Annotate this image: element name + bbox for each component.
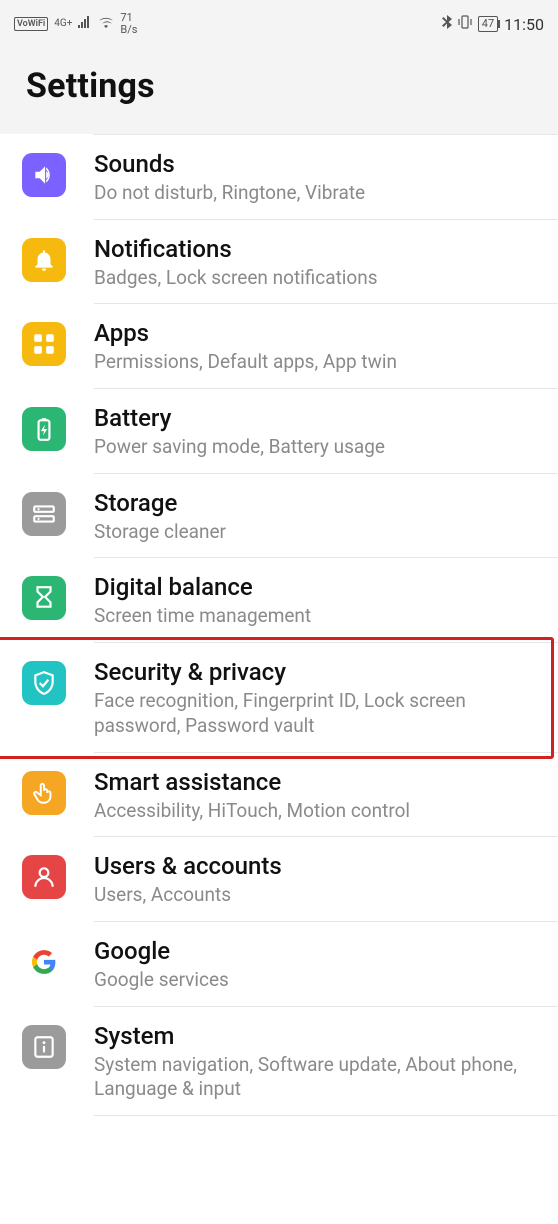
item-title: Battery <box>94 403 536 433</box>
item-texts: AppsPermissions, Default apps, App twin <box>94 318 542 375</box>
user-icon <box>22 855 66 899</box>
item-texts: StorageStorage cleaner <box>94 488 542 545</box>
item-title: Google <box>94 936 536 966</box>
item-subtitle: Permissions, Default apps, App twin <box>94 350 536 375</box>
item-title: Security & privacy <box>94 657 536 687</box>
item-texts: Security & privacyFace recognition, Fing… <box>94 657 542 738</box>
settings-item-notifications[interactable]: NotificationsBadges, Lock screen notific… <box>0 220 558 305</box>
sound-icon <box>22 153 66 197</box>
settings-item-storage[interactable]: StorageStorage cleaner <box>0 474 558 559</box>
item-texts: GoogleGoogle services <box>94 936 542 993</box>
item-subtitle: Do not disturb, Ringtone, Vibrate <box>94 181 536 206</box>
item-title: Sounds <box>94 149 536 179</box>
item-title: Smart assistance <box>94 767 536 797</box>
settings-item-sounds[interactable]: SoundsDo not disturb, Ringtone, Vibrate <box>0 135 558 220</box>
settings-item-security-privacy[interactable]: Security & privacyFace recognition, Fing… <box>0 643 558 752</box>
hourglass-icon <box>22 576 66 620</box>
item-subtitle: Accessibility, HiTouch, Motion control <box>94 799 536 824</box>
bell-icon <box>22 238 66 282</box>
bluetooth-icon <box>442 15 452 33</box>
settings-list[interactable]: SoundsDo not disturb, Ringtone, Vibrate N… <box>0 135 558 1116</box>
item-subtitle: Screen time management <box>94 604 536 629</box>
item-title: System <box>94 1021 536 1051</box>
wifi-icon <box>98 16 114 32</box>
battery-icon <box>22 407 66 451</box>
storage-icon <box>22 492 66 536</box>
settings-item-users-accounts[interactable]: Users & accountsUsers, Accounts <box>0 837 558 922</box>
item-title: Digital balance <box>94 572 536 602</box>
settings-item-apps[interactable]: AppsPermissions, Default apps, App twin <box>0 304 558 389</box>
network-speed: 71 B/s <box>120 12 137 36</box>
vibrate-icon <box>458 15 472 33</box>
item-subtitle: System navigation, Software update, Abou… <box>94 1053 536 1102</box>
item-texts: Smart assistanceAccessibility, HiTouch, … <box>94 767 542 824</box>
item-texts: Users & accountsUsers, Accounts <box>94 851 542 908</box>
hand-icon <box>22 771 66 815</box>
item-texts: SystemSystem navigation, Software update… <box>94 1021 542 1102</box>
settings-item-system[interactable]: SystemSystem navigation, Software update… <box>0 1007 558 1116</box>
item-subtitle: Storage cleaner <box>94 520 536 545</box>
item-texts: NotificationsBadges, Lock screen notific… <box>94 234 542 291</box>
page-header: Settings <box>0 48 558 134</box>
shield-icon <box>22 661 66 705</box>
item-subtitle: Google services <box>94 968 536 993</box>
info-icon <box>22 1025 66 1069</box>
status-left: VoWiFi 4G+ 71 B/s <box>14 12 137 36</box>
battery-indicator: 47 <box>478 16 498 32</box>
item-texts: SoundsDo not disturb, Ringtone, Vibrate <box>94 149 542 206</box>
item-texts: Digital balanceScreen time management <box>94 572 542 629</box>
item-subtitle: Users, Accounts <box>94 883 536 908</box>
list-divider <box>94 1115 558 1116</box>
settings-item-google[interactable]: GoogleGoogle services <box>0 922 558 1007</box>
speed-unit: B/s <box>120 24 137 36</box>
signal-icon <box>78 16 92 32</box>
google-icon <box>22 940 66 984</box>
item-title: Users & accounts <box>94 851 536 881</box>
network-type: 4G+ <box>54 19 72 29</box>
item-subtitle: Badges, Lock screen notifications <box>94 266 536 291</box>
item-title: Storage <box>94 488 536 518</box>
settings-item-smart-assistance[interactable]: Smart assistanceAccessibility, HiTouch, … <box>0 753 558 838</box>
status-bar: VoWiFi 4G+ 71 B/s 47 11:50 <box>0 0 558 48</box>
item-subtitle: Face recognition, Fingerprint ID, Lock s… <box>94 689 536 738</box>
item-title: Notifications <box>94 234 536 264</box>
status-right: 47 11:50 <box>442 15 544 34</box>
item-texts: BatteryPower saving mode, Battery usage <box>94 403 542 460</box>
apps-icon <box>22 322 66 366</box>
clock: 11:50 <box>504 15 544 34</box>
page-title: Settings <box>26 66 532 106</box>
vowifi-badge: VoWiFi <box>14 17 48 31</box>
item-title: Apps <box>94 318 536 348</box>
settings-item-digital-balance[interactable]: Digital balanceScreen time management <box>0 558 558 643</box>
item-subtitle: Power saving mode, Battery usage <box>94 435 536 460</box>
settings-item-battery[interactable]: BatteryPower saving mode, Battery usage <box>0 389 558 474</box>
